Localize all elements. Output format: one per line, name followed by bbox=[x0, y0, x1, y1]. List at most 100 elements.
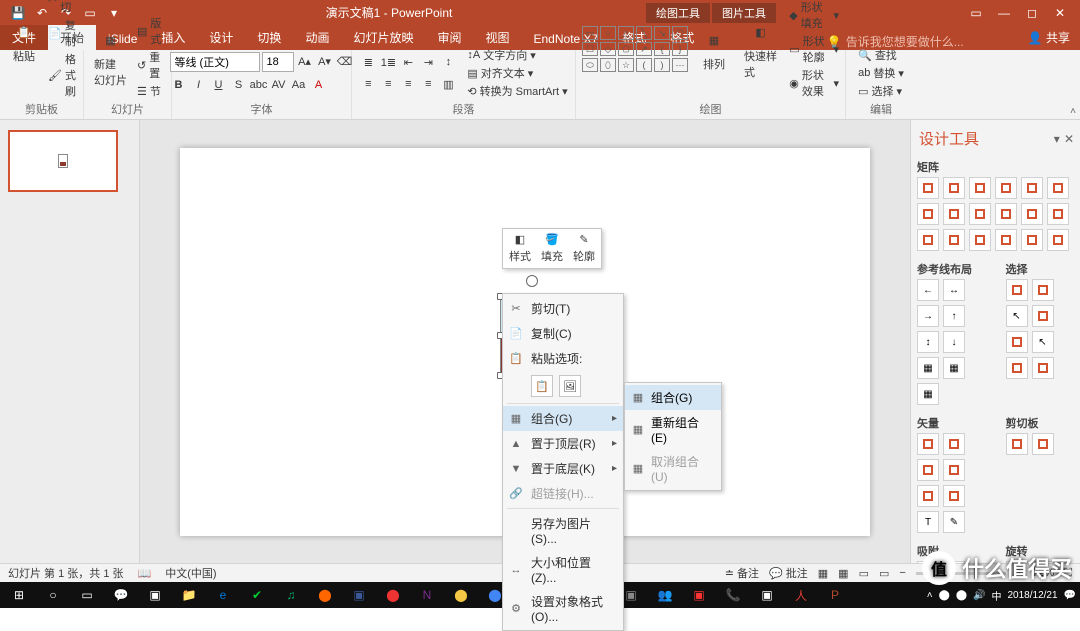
clipboard-btn[interactable] bbox=[1006, 433, 1028, 455]
taskbar-app[interactable]: ▣ bbox=[752, 584, 782, 606]
taskbar-app[interactable]: ⬤ bbox=[310, 584, 340, 606]
guide-btn[interactable]: ↕ bbox=[917, 331, 939, 353]
align-text-button[interactable]: ▤ 对齐文本 ▾ bbox=[467, 65, 567, 81]
clear-format-icon[interactable]: ⌫ bbox=[336, 52, 354, 70]
slide-canvas[interactable]: ◧样式 🪣填充 ✎轮廓 ✂剪切(T) 📄复制(C) 📋粘贴选项: 📋 🖼 ▦组合… bbox=[140, 120, 910, 563]
panel-close-icon[interactable]: ✕ bbox=[1064, 132, 1074, 146]
taskbar-app[interactable]: ♫ bbox=[276, 584, 306, 606]
arrange-button[interactable]: ▦排列 bbox=[696, 24, 732, 74]
guide-btn[interactable]: ← bbox=[917, 279, 939, 301]
bullets-button[interactable]: ≣ bbox=[359, 53, 377, 71]
tray-notifications-icon[interactable]: 💬 bbox=[1064, 590, 1076, 601]
paste-option-1[interactable]: 📋 bbox=[531, 375, 553, 397]
quick-styles-button[interactable]: ◧快速样式 bbox=[740, 16, 781, 82]
select-btn[interactable] bbox=[1006, 279, 1028, 301]
increase-font-icon[interactable]: A▴ bbox=[296, 52, 314, 70]
matrix-btn[interactable] bbox=[943, 229, 965, 251]
taskbar-app[interactable]: ▣ bbox=[344, 584, 374, 606]
taskbar-app[interactable]: ▣ bbox=[140, 584, 170, 606]
matrix-btn[interactable] bbox=[995, 177, 1017, 199]
matrix-btn[interactable] bbox=[1047, 203, 1069, 225]
menu-format-object[interactable]: ⚙设置对象格式(O)... bbox=[503, 589, 623, 628]
decrease-font-icon[interactable]: A▾ bbox=[316, 52, 334, 70]
replace-button[interactable]: ab 替换 ▾ bbox=[858, 65, 904, 81]
paste-button[interactable]: 📋粘贴 bbox=[6, 16, 42, 66]
menu-bring-front[interactable]: ▲置于顶层(R) bbox=[503, 431, 623, 456]
normal-view-icon[interactable]: ▦ bbox=[818, 567, 828, 580]
start-button[interactable]: ⊞ bbox=[4, 584, 34, 606]
vector-btn[interactable]: T bbox=[917, 511, 939, 533]
matrix-btn[interactable] bbox=[969, 177, 991, 199]
submenu-group[interactable]: ▦组合(G) bbox=[625, 385, 721, 410]
numbering-button[interactable]: 1≣ bbox=[379, 53, 397, 71]
zoom-out-icon[interactable]: − bbox=[899, 567, 905, 579]
taskbar-app[interactable]: ▣ bbox=[684, 584, 714, 606]
font-name-select[interactable] bbox=[170, 52, 260, 72]
comments-button[interactable]: 💬 批注 bbox=[769, 565, 808, 581]
select-button[interactable]: ▭ 选择 ▾ bbox=[858, 83, 904, 99]
select-btn[interactable] bbox=[1032, 305, 1054, 327]
tray-network-icon[interactable]: 🔊 bbox=[973, 590, 985, 601]
matrix-btn[interactable] bbox=[1021, 177, 1043, 199]
guide-btn[interactable]: ▦ bbox=[917, 383, 939, 405]
align-left-button[interactable]: ≡ bbox=[359, 75, 377, 93]
slide-count[interactable]: 幻灯片 第 1 张，共 1 张 bbox=[8, 565, 124, 581]
line-spacing-button[interactable]: ↕ bbox=[439, 53, 457, 71]
tray-icon[interactable]: ⬤ bbox=[939, 590, 950, 601]
submenu-regroup[interactable]: ▦重新组合(E) bbox=[625, 410, 721, 449]
copy-button[interactable]: 📄 复制 bbox=[48, 17, 77, 49]
matrix-btn[interactable] bbox=[917, 177, 939, 199]
taskbar-app[interactable]: 💬 bbox=[106, 584, 136, 606]
mini-outline-button[interactable]: ✎轮廓 bbox=[573, 233, 595, 264]
taskbar-app[interactable]: 👥 bbox=[650, 584, 680, 606]
vector-btn[interactable] bbox=[917, 459, 939, 481]
tray-up-icon[interactable]: ˄ bbox=[927, 590, 933, 601]
menu-send-back[interactable]: ▼置于底层(K) bbox=[503, 456, 623, 481]
select-btn[interactable] bbox=[1006, 357, 1028, 379]
tray-ime-icon[interactable]: 中 bbox=[991, 588, 1001, 603]
guide-btn[interactable]: ↓ bbox=[943, 331, 965, 353]
ribbon-options-icon[interactable]: ▭ bbox=[968, 5, 984, 21]
matrix-btn[interactable] bbox=[943, 203, 965, 225]
slide-thumbnail-panel[interactable]: 1 bbox=[0, 120, 140, 563]
menu-save-as-picture[interactable]: 另存为图片(S)... bbox=[503, 511, 623, 550]
clipboard-btn[interactable] bbox=[1032, 433, 1054, 455]
taskbar-app[interactable]: P bbox=[820, 584, 850, 606]
smartart-button[interactable]: ⟲ 转换为 SmartArt ▾ bbox=[467, 83, 567, 99]
slideshow-view-icon[interactable]: ▭ bbox=[879, 567, 889, 580]
select-btn[interactable] bbox=[1006, 331, 1028, 353]
shape-fill-button[interactable]: ◆ 形状填充 ▾ bbox=[789, 0, 839, 31]
matrix-btn[interactable] bbox=[1021, 203, 1043, 225]
layout-button[interactable]: ▤ 版式 bbox=[137, 15, 165, 47]
tab-transition[interactable]: 切换 bbox=[245, 25, 293, 50]
matrix-btn[interactable] bbox=[969, 229, 991, 251]
underline-button[interactable]: U bbox=[210, 76, 228, 94]
shape-outline-button[interactable]: ▭ 形状轮廓 ▾ bbox=[789, 33, 839, 65]
task-view-icon[interactable]: ▭ bbox=[72, 584, 102, 606]
taskbar-app[interactable]: 📞 bbox=[718, 584, 748, 606]
justify-button[interactable]: ≡ bbox=[419, 75, 437, 93]
matrix-btn[interactable] bbox=[943, 177, 965, 199]
tray-clock[interactable]: 2018/12/21 bbox=[1007, 590, 1057, 601]
menu-size-position[interactable]: ↔大小和位置(Z)... bbox=[503, 550, 623, 589]
strike-button[interactable]: abc bbox=[250, 76, 268, 94]
guide-btn[interactable]: ▦ bbox=[917, 357, 939, 379]
new-slide-button[interactable]: ▦新建 幻灯片 bbox=[90, 24, 131, 90]
shapes-gallery[interactable]: ▭○△╲↘⬡ ☐◇⬠↗{} ⬭⬯☆()⋯ bbox=[582, 26, 688, 72]
mini-fill-button[interactable]: 🪣填充 bbox=[541, 233, 563, 264]
menu-group[interactable]: ▦组合(G) bbox=[503, 406, 623, 431]
close-icon[interactable]: ✕ bbox=[1052, 5, 1068, 21]
matrix-btn[interactable] bbox=[1047, 177, 1069, 199]
vector-btn[interactable] bbox=[943, 433, 965, 455]
bold-button[interactable]: B bbox=[170, 76, 188, 94]
text-direction-button[interactable]: ↕A 文字方向 ▾ bbox=[467, 47, 567, 63]
taskbar-app[interactable]: e bbox=[208, 584, 238, 606]
shape-effects-button[interactable]: ◉ 形状效果 ▾ bbox=[789, 67, 839, 99]
rotation-handle[interactable] bbox=[526, 275, 538, 287]
minimize-icon[interactable]: — bbox=[996, 5, 1012, 21]
share-button[interactable]: 👤 共享 bbox=[1018, 25, 1080, 50]
matrix-btn[interactable] bbox=[1047, 229, 1069, 251]
notes-button[interactable]: ≐ 备注 bbox=[725, 565, 759, 581]
taskbar-app[interactable]: ⬤ bbox=[446, 584, 476, 606]
decrease-indent-button[interactable]: ⇤ bbox=[399, 53, 417, 71]
